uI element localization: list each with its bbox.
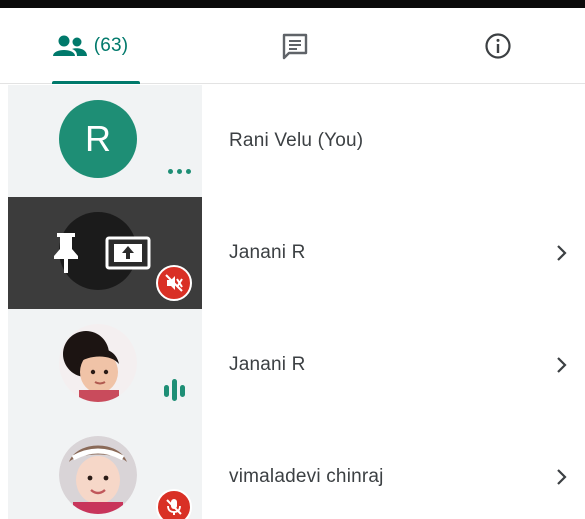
participant-name: Janani R xyxy=(229,242,306,263)
participant-row-janani[interactable]: Janani R xyxy=(0,309,585,421)
tab-people[interactable]: (63) xyxy=(30,8,150,84)
participant-row-rani-velu[interactable]: R Rani Velu (You) xyxy=(0,85,585,197)
speaking-audio-icon xyxy=(164,379,185,401)
status-bar-edge xyxy=(0,0,585,8)
pin-icon[interactable] xyxy=(50,231,82,275)
participant-name: Janani R xyxy=(229,354,306,375)
avatar-column xyxy=(8,309,202,421)
present-screen-icon xyxy=(105,236,151,270)
tab-info[interactable] xyxy=(448,8,548,84)
info-icon xyxy=(485,33,511,59)
chat-icon xyxy=(282,33,308,60)
mic-muted-icon xyxy=(166,499,182,515)
avatar-column: R xyxy=(8,85,202,197)
volume-muted-badge xyxy=(156,265,192,301)
participant-name: vimaladevi chinraj xyxy=(229,466,384,487)
tab-chat[interactable] xyxy=(245,8,345,84)
participant-list: R Rani Velu (You) Janani R Janani R vima… xyxy=(0,85,585,519)
avatar: R xyxy=(59,100,137,178)
avatar-letter: R xyxy=(85,118,111,159)
mic-muted-badge xyxy=(156,489,192,519)
chevron-right-icon[interactable] xyxy=(551,467,571,487)
avatar-column xyxy=(8,197,202,309)
participant-row-janani-presenting[interactable]: Janani R xyxy=(0,197,585,309)
tab-bar: (63) xyxy=(0,8,585,84)
participant-name: Rani Velu (You) xyxy=(229,130,364,151)
participant-count: (63) xyxy=(93,35,129,56)
avatar xyxy=(59,324,137,402)
chevron-right-icon[interactable] xyxy=(551,355,571,375)
selected-tab-indicator xyxy=(52,81,140,84)
volume-muted-icon xyxy=(165,274,183,292)
chevron-right-icon[interactable] xyxy=(551,243,571,263)
more-dots-icon[interactable] xyxy=(168,169,191,174)
people-icon xyxy=(52,35,87,56)
participant-row-vimaladevi[interactable]: vimaladevi chinraj xyxy=(0,421,585,519)
avatar xyxy=(59,436,137,514)
avatar-column xyxy=(8,421,202,519)
